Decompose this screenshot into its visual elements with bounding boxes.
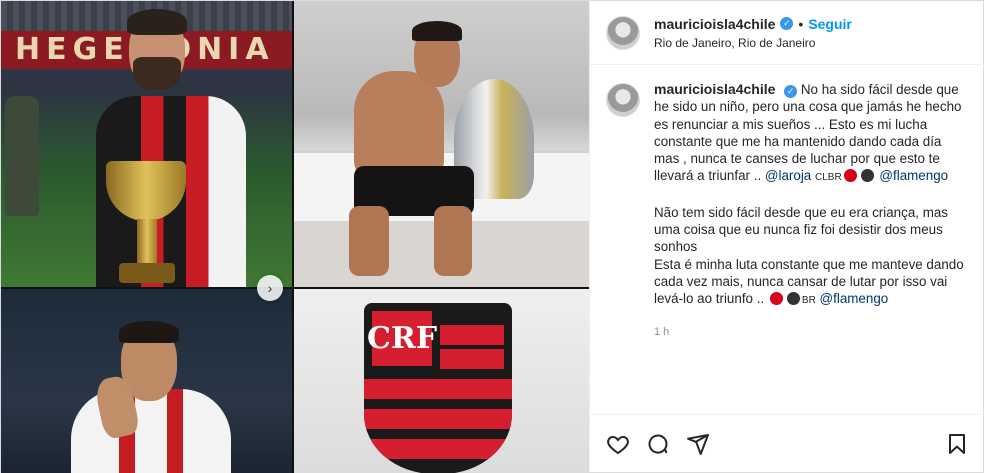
heart-icon bbox=[607, 435, 629, 454]
post-header: mauricioisla4chile ✓ • Seguir Rio de Jan… bbox=[590, 1, 984, 65]
post-time[interactable]: 1 h bbox=[654, 324, 969, 341]
bookmark-icon bbox=[949, 433, 965, 454]
player-beard bbox=[133, 57, 181, 91]
crest-stripe bbox=[364, 439, 512, 459]
save-button[interactable] bbox=[943, 430, 971, 458]
verified-icon: ✓ bbox=[784, 85, 798, 99]
gold-cup-stem bbox=[137, 219, 157, 269]
comment-icon bbox=[648, 434, 668, 453]
player-leg bbox=[349, 206, 389, 276]
follow-button[interactable]: Seguir bbox=[808, 16, 852, 32]
player-hair bbox=[412, 21, 462, 41]
chevron-right-icon: › bbox=[267, 280, 273, 296]
flag-label: CLBR bbox=[815, 172, 842, 184]
crest-stripe bbox=[364, 409, 512, 429]
avatar[interactable] bbox=[606, 83, 640, 117]
player-torso bbox=[354, 71, 444, 181]
header-text: mauricioisla4chile ✓ • Seguir Rio de Jan… bbox=[654, 16, 852, 50]
crest-monogram: CRF bbox=[367, 311, 437, 366]
post-media[interactable]: HEGEMONIA bbox=[1, 1, 589, 473]
comments-area: mauricioisla4chile ✓ No ha sido fácil de… bbox=[590, 65, 984, 414]
red-circle-icon bbox=[769, 292, 783, 306]
photo-player-kiss bbox=[1, 289, 292, 473]
mention-flamengo[interactable]: @flamengo bbox=[820, 291, 889, 306]
photo-locker-room-trophy bbox=[294, 1, 589, 287]
caption-portuguese-para1: Não tem sido fácil desde que eu era cria… bbox=[654, 204, 949, 255]
share-icon bbox=[687, 433, 709, 455]
crest-stripe bbox=[440, 349, 504, 369]
flag-label: BR bbox=[801, 295, 816, 307]
black-circle-icon bbox=[860, 169, 874, 183]
player-leg bbox=[434, 206, 472, 276]
next-photo-button[interactable]: › bbox=[257, 275, 283, 301]
crest-stripe bbox=[364, 379, 512, 399]
share-button[interactable] bbox=[684, 430, 712, 458]
red-circle-icon bbox=[843, 169, 857, 183]
flamengo-crest: CRF bbox=[364, 303, 512, 473]
caption-username[interactable]: mauricioisla4chile bbox=[654, 81, 775, 97]
header-row: mauricioisla4chile ✓ • Seguir bbox=[654, 16, 852, 32]
caption: mauricioisla4chile ✓ No ha sido fácil de… bbox=[606, 81, 969, 341]
comment-button[interactable] bbox=[644, 430, 672, 458]
action-bar bbox=[590, 414, 984, 472]
mention-flamengo[interactable]: @flamengo bbox=[879, 168, 948, 183]
player-hair bbox=[127, 9, 187, 35]
photo-trophy-stadium: HEGEMONIA bbox=[1, 1, 292, 287]
instagram-post: HEGEMONIA bbox=[0, 0, 984, 473]
location-link[interactable]: Rio de Janeiro, Rio de Janeiro bbox=[654, 36, 852, 50]
black-circle-icon bbox=[786, 292, 800, 306]
player-hair bbox=[119, 321, 179, 343]
mention-laroja[interactable]: @laroja bbox=[765, 168, 811, 183]
crest-stripe bbox=[440, 325, 504, 345]
verified-icon: ✓ bbox=[780, 17, 794, 30]
username-link[interactable]: mauricioisla4chile bbox=[654, 16, 775, 32]
background-person bbox=[5, 96, 39, 216]
player-jersey bbox=[71, 389, 231, 473]
like-button[interactable] bbox=[604, 430, 632, 458]
separator-dot: • bbox=[798, 15, 804, 32]
avatar[interactable] bbox=[606, 15, 640, 50]
gold-cup-base bbox=[119, 263, 175, 283]
caption-text: mauricioisla4chile ✓ No ha sido fácil de… bbox=[654, 81, 969, 341]
post-sidebar: mauricioisla4chile ✓ • Seguir Rio de Jan… bbox=[589, 1, 984, 472]
